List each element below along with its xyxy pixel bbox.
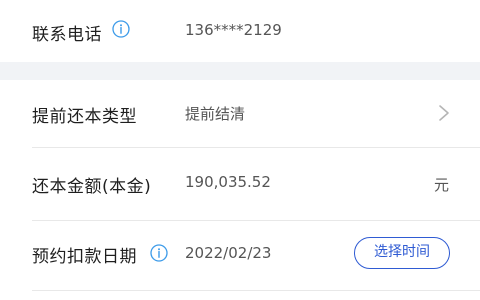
section-gap	[0, 62, 480, 80]
scheduled-date-label: 预约扣款日期	[32, 247, 137, 267]
prepay-type-row[interactable]: 提前还本类型 提前结清	[0, 80, 480, 147]
prepay-type-value: 提前结清	[185, 105, 246, 123]
next-row-edge	[0, 291, 480, 300]
chevron-right-icon[interactable]	[438, 104, 450, 122]
contact-phone-row: 联系电话 136****2129	[0, 0, 480, 62]
scheduled-date-row: 预约扣款日期 2022/02/23 选择时间	[0, 221, 480, 291]
scheduled-date-value: 2022/02/23	[185, 244, 272, 262]
principal-amount-value: 190,035.52	[185, 173, 271, 191]
prepay-type-label: 提前还本类型	[32, 107, 137, 127]
currency-unit: 元	[433, 176, 449, 194]
contact-phone-value: 136****2129	[185, 21, 282, 39]
principal-amount-label: 还本金额(本金)	[32, 177, 152, 197]
select-time-button[interactable]: 选择时间	[354, 237, 450, 269]
prepayment-form: 联系电话 136****2129 提前还本类型 提前结清 还本金额(本金) 19…	[0, 0, 480, 300]
principal-amount-row: 还本金额(本金) 190,035.52 元	[0, 148, 480, 220]
contact-phone-label: 联系电话	[32, 25, 102, 45]
info-icon[interactable]	[112, 20, 130, 38]
info-icon[interactable]	[150, 244, 168, 262]
